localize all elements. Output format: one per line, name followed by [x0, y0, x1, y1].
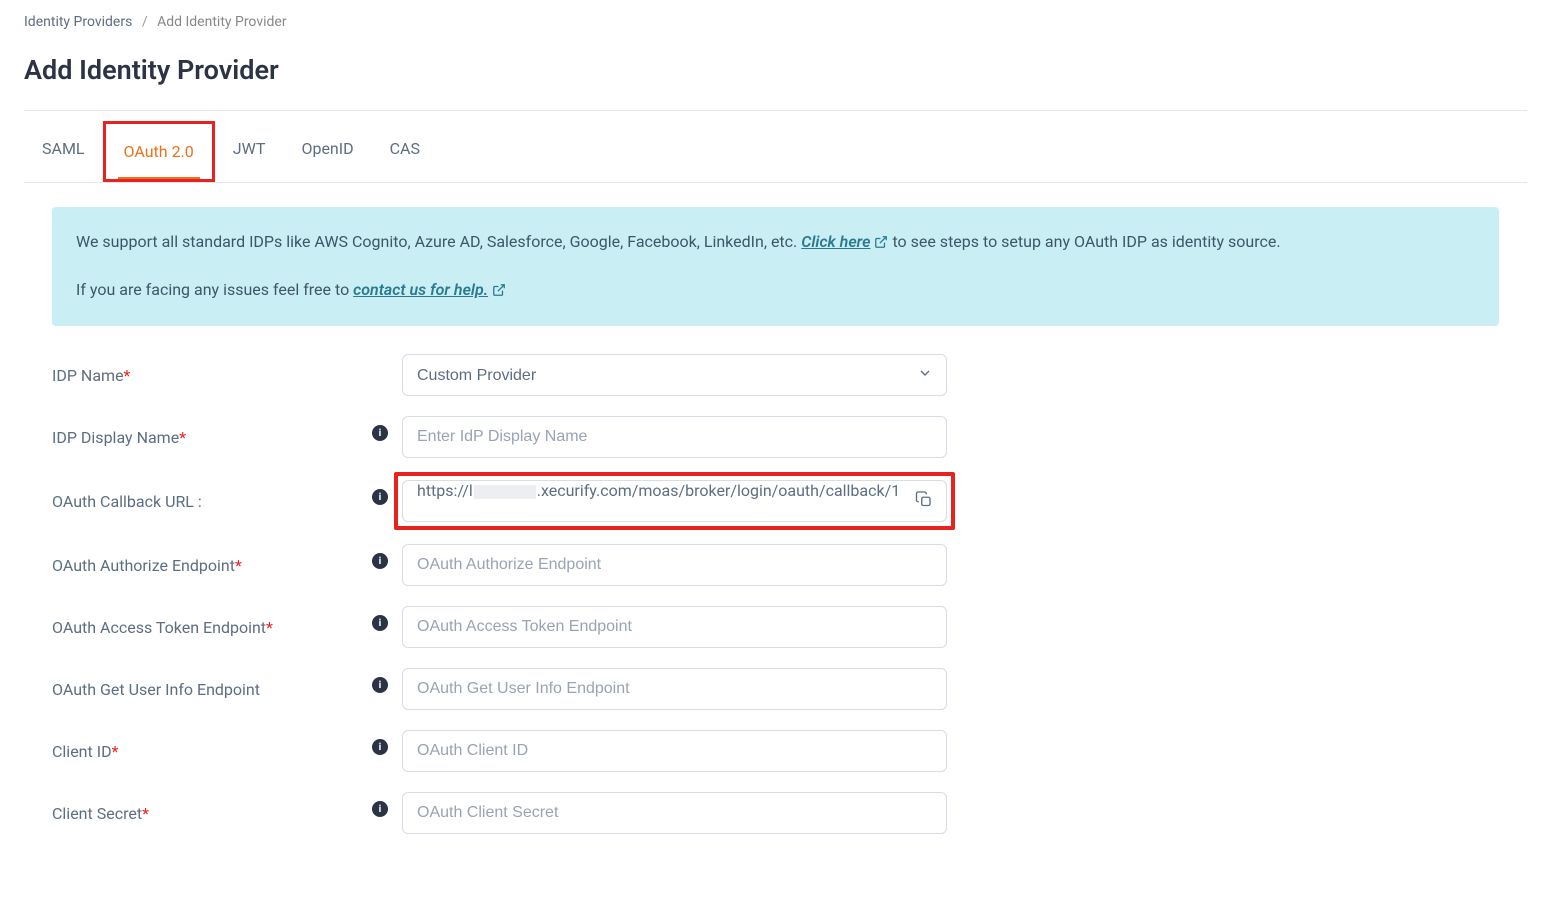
info-text-2: If you are facing any issues feel free t…: [76, 280, 353, 299]
breadcrumb-separator: /: [142, 14, 148, 30]
protocol-tabs: SAML OAuth 2.0 JWT OpenID CAS: [24, 121, 1527, 183]
row-token: OAuth Access Token Endpoint* i: [52, 606, 1499, 648]
label-authorize: OAuth Authorize Endpoint*: [52, 556, 372, 575]
info-text-1-suffix: to see steps to setup any OAuth IDP as i…: [892, 232, 1280, 251]
info-banner: We support all standard IDPs like AWS Co…: [52, 207, 1499, 326]
label-idp-display-name: IDP Display Name*: [52, 428, 372, 447]
token-endpoint-input[interactable]: [402, 606, 947, 648]
label-client-secret: Client Secret*: [52, 804, 372, 823]
info-icon[interactable]: i: [372, 801, 388, 817]
label-idp-name: IDP Name*: [52, 366, 372, 385]
external-link-icon: [492, 279, 506, 305]
client-secret-input[interactable]: [402, 792, 947, 834]
info-icon[interactable]: i: [372, 425, 388, 441]
row-client-id: Client ID* i: [52, 730, 1499, 772]
row-callback-url: OAuth Callback URL : i https://l.xecurif…: [52, 478, 1499, 524]
client-id-input[interactable]: [402, 730, 947, 772]
page-title: Add Identity Provider: [24, 44, 1527, 110]
redacted-segment: [474, 485, 536, 499]
label-userinfo: OAuth Get User Info Endpoint: [52, 680, 372, 699]
header-divider: [24, 110, 1527, 111]
copy-icon: [915, 497, 933, 512]
contact-link[interactable]: contact us for help.: [353, 280, 506, 299]
row-userinfo: OAuth Get User Info Endpoint i: [52, 668, 1499, 710]
tab-cas[interactable]: CAS: [372, 121, 438, 182]
callback-highlight-box: https://l.xecurify.com/moas/broker/login…: [394, 472, 955, 530]
callback-url-field[interactable]: https://l.xecurify.com/moas/broker/login…: [402, 480, 947, 522]
row-authorize: OAuth Authorize Endpoint* i: [52, 544, 1499, 586]
tab-content: We support all standard IDPs like AWS Co…: [24, 183, 1527, 878]
idp-form: IDP Name* Custom Provider IDP Display Na…: [52, 354, 1499, 834]
label-callback-url: OAuth Callback URL :: [52, 492, 372, 511]
tab-saml[interactable]: SAML: [24, 121, 103, 182]
breadcrumb-current: Add Identity Provider: [157, 14, 287, 30]
tab-openid[interactable]: OpenID: [283, 121, 371, 182]
tab-jwt[interactable]: JWT: [215, 121, 284, 182]
authorize-endpoint-input[interactable]: [402, 544, 947, 586]
info-icon[interactable]: i: [372, 489, 388, 505]
idp-display-name-input[interactable]: [402, 416, 947, 458]
label-token: OAuth Access Token Endpoint*: [52, 618, 372, 637]
idp-name-select[interactable]: Custom Provider: [402, 354, 947, 396]
tab-oauth[interactable]: OAuth 2.0: [103, 121, 215, 182]
info-icon[interactable]: i: [372, 553, 388, 569]
copy-button[interactable]: [911, 487, 937, 516]
info-text-1: We support all standard IDPs like AWS Co…: [76, 232, 801, 251]
info-icon[interactable]: i: [372, 739, 388, 755]
row-client-secret: Client Secret* i: [52, 792, 1499, 834]
external-link-icon: [874, 231, 888, 257]
info-icon[interactable]: i: [372, 615, 388, 631]
label-client-id: Client ID*: [52, 742, 372, 761]
breadcrumb: Identity Providers / Add Identity Provid…: [24, 0, 1527, 44]
row-idp-name: IDP Name* Custom Provider: [52, 354, 1499, 396]
click-here-link[interactable]: Click here: [801, 232, 888, 251]
row-idp-display-name: IDP Display Name* i: [52, 416, 1499, 458]
userinfo-endpoint-input[interactable]: [402, 668, 947, 710]
breadcrumb-parent-link[interactable]: Identity Providers: [24, 14, 132, 30]
info-icon[interactable]: i: [372, 677, 388, 693]
